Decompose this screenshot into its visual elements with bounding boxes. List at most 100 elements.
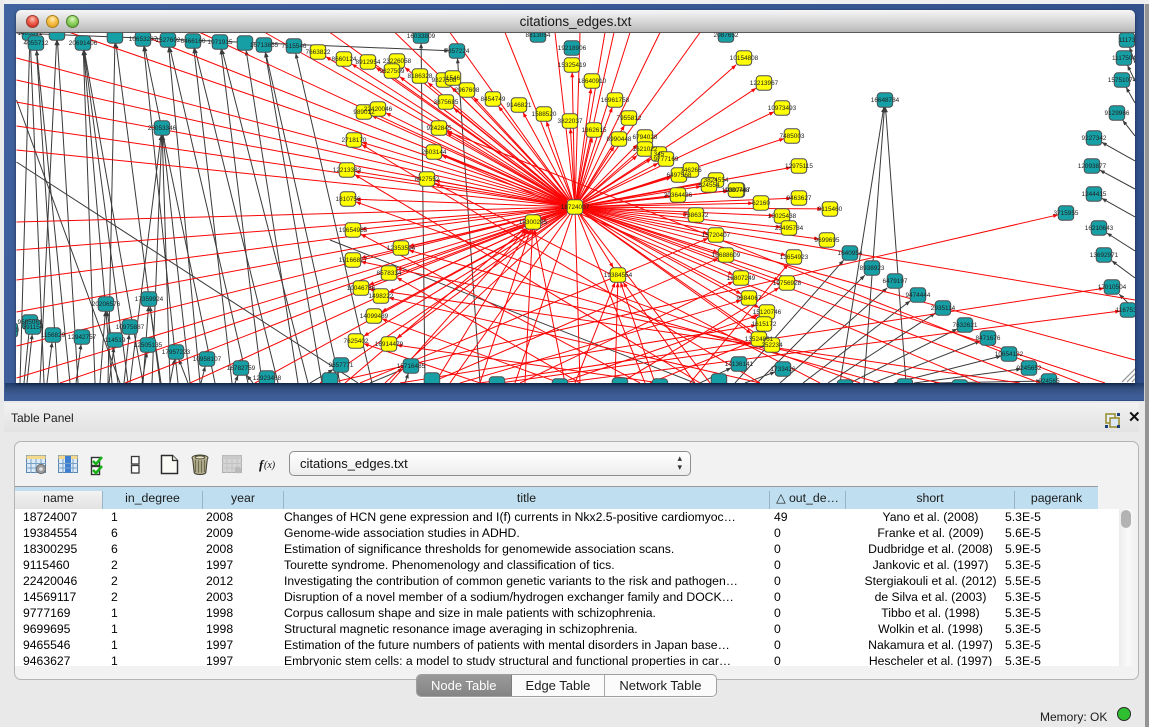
svg-text:1733426: 1733426 xyxy=(771,366,796,373)
svg-text:9146821: 9146821 xyxy=(507,102,532,109)
svg-text:20206576: 20206576 xyxy=(92,301,121,308)
svg-text:16961758: 16961758 xyxy=(601,97,630,104)
svg-text:8990448: 8990448 xyxy=(607,136,632,143)
svg-text:1810756: 1810756 xyxy=(336,196,361,203)
svg-text:10654122: 10654122 xyxy=(995,351,1024,358)
svg-text:10025438: 10025438 xyxy=(768,213,797,220)
svg-text:19654985: 19654985 xyxy=(339,227,368,234)
svg-text:114519: 114519 xyxy=(105,337,126,344)
svg-text:15325419: 15325419 xyxy=(558,62,587,69)
svg-text:10653287: 10653287 xyxy=(129,36,158,43)
svg-text:2603144: 2603144 xyxy=(422,149,447,156)
svg-text:1498222: 1498222 xyxy=(369,293,394,300)
svg-text:17359924: 17359924 xyxy=(135,296,164,303)
svg-text:7663822: 7663822 xyxy=(306,49,331,56)
svg-text:746266: 746266 xyxy=(680,167,702,174)
svg-text:15751074: 15751074 xyxy=(1108,77,1135,84)
svg-text:9463627: 9463627 xyxy=(787,195,812,202)
svg-text:624554: 624554 xyxy=(698,182,720,189)
svg-text:6466160: 6466160 xyxy=(181,38,206,45)
svg-text:7632621: 7632621 xyxy=(953,322,978,329)
svg-text:18640910: 18640910 xyxy=(578,78,607,85)
svg-text:(x): (x) xyxy=(264,460,276,471)
svg-text:8454749: 8454749 xyxy=(481,96,506,103)
svg-text:10688609: 10688609 xyxy=(712,252,741,259)
svg-text:13692971: 13692971 xyxy=(1090,252,1119,259)
svg-text:252234: 252234 xyxy=(761,342,783,349)
svg-text:22420046: 22420046 xyxy=(364,106,393,113)
svg-text:16033809: 16033809 xyxy=(407,33,436,40)
svg-text:3822037: 3822037 xyxy=(558,118,583,125)
svg-text:391154: 391154 xyxy=(23,324,44,331)
svg-text:13654923: 13654923 xyxy=(780,254,809,261)
svg-text:8912954: 8912954 xyxy=(356,59,381,66)
svg-text:12505135: 12505135 xyxy=(134,342,163,349)
svg-text:12353594: 12353594 xyxy=(387,245,416,252)
svg-text:8660124: 8660124 xyxy=(332,56,357,63)
svg-text:8578334: 8578334 xyxy=(377,270,402,277)
svg-text:7485003: 7485003 xyxy=(780,133,805,140)
svg-text:1615172: 1615172 xyxy=(752,321,777,328)
svg-text:2967608: 2967608 xyxy=(455,87,480,94)
svg-text:7955812: 7955812 xyxy=(617,115,642,122)
svg-text:1167533: 1167533 xyxy=(1116,307,1135,314)
svg-text:9777169: 9777169 xyxy=(654,156,679,163)
svg-text:1156829: 1156829 xyxy=(41,332,66,339)
svg-text:17957223: 17957223 xyxy=(162,349,191,356)
svg-text:9827509: 9827509 xyxy=(380,68,405,75)
svg-text:1588520: 1588520 xyxy=(532,111,557,118)
svg-text:19756928: 19756928 xyxy=(773,280,802,287)
svg-text:16713855: 16713855 xyxy=(250,42,279,49)
svg-text:2935114: 2935114 xyxy=(931,305,956,312)
svg-text:23226058: 23226058 xyxy=(383,58,412,65)
svg-text:9245652: 9245652 xyxy=(1017,365,1042,372)
svg-text:2718170: 2718170 xyxy=(342,137,367,144)
svg-text:16914479: 16914479 xyxy=(375,341,404,348)
svg-text:1362615: 1362615 xyxy=(582,127,607,134)
svg-text:12213383: 12213383 xyxy=(333,167,362,174)
svg-text:10973493: 10973493 xyxy=(768,105,797,112)
svg-text:16782759: 16782759 xyxy=(227,365,256,372)
svg-text:20691406: 20691406 xyxy=(69,40,98,47)
svg-text:1527602: 1527602 xyxy=(156,37,181,44)
svg-text:9657771: 9657771 xyxy=(329,362,354,369)
svg-text:20364436: 20364436 xyxy=(664,192,693,199)
svg-text:4055712: 4055712 xyxy=(24,40,49,47)
svg-text:10975887: 10975887 xyxy=(116,324,145,331)
svg-text:1546: 1546 xyxy=(446,75,461,82)
svg-text:10807487: 10807487 xyxy=(722,187,751,194)
svg-text:17010504: 17010504 xyxy=(1098,284,1127,291)
svg-text:12942757: 12942757 xyxy=(68,334,97,341)
svg-text:15716485: 15716485 xyxy=(397,363,426,370)
svg-text:9699695: 9699695 xyxy=(815,237,840,244)
svg-text:9384067: 9384067 xyxy=(737,295,762,302)
svg-text:18807249: 18807249 xyxy=(727,275,756,282)
svg-text:9242845: 9242845 xyxy=(427,125,452,132)
svg-text:10154808: 10154808 xyxy=(730,55,759,62)
svg-text:1071915: 1071915 xyxy=(208,39,233,46)
svg-text:12923468: 12923468 xyxy=(253,375,282,382)
svg-text:9474444: 9474444 xyxy=(906,292,931,299)
svg-text:16648784: 16648784 xyxy=(871,97,900,104)
svg-text:12093877: 12093877 xyxy=(1078,163,1107,170)
svg-text:6794028: 6794028 xyxy=(633,134,658,141)
svg-text:7625402: 7625402 xyxy=(344,338,369,345)
svg-text:19218906: 19218906 xyxy=(558,45,587,52)
svg-text:11173: 11173 xyxy=(1119,37,1135,44)
svg-text:18300295: 18300295 xyxy=(519,219,548,226)
svg-text:19384554: 19384554 xyxy=(604,272,633,279)
svg-text:924565: 924565 xyxy=(1038,378,1060,383)
svg-text:95850: 95850 xyxy=(16,327,19,334)
svg-text:9115460: 9115460 xyxy=(818,206,843,213)
svg-text:8938923: 8938923 xyxy=(860,265,885,272)
svg-text:18724007: 18724007 xyxy=(561,204,590,211)
svg-text:7515546: 7515546 xyxy=(282,43,307,50)
svg-text:8186328: 8186328 xyxy=(408,73,433,80)
svg-text:16210643: 16210643 xyxy=(1085,225,1114,232)
svg-text:1117504: 1117504 xyxy=(1112,55,1135,62)
svg-text:10046786: 10046786 xyxy=(347,285,376,292)
svg-text:15120746: 15120746 xyxy=(753,309,782,316)
svg-text:12213967: 12213967 xyxy=(750,80,779,87)
svg-text:9129966: 9129966 xyxy=(1105,110,1130,117)
svg-text:2087652: 2087652 xyxy=(714,32,739,39)
